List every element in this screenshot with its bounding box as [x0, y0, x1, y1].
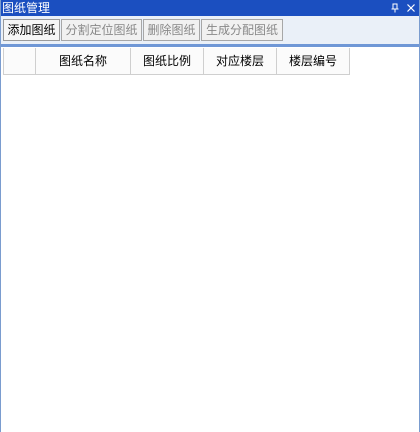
close-button[interactable] [403, 0, 419, 16]
add-drawing-button[interactable]: 添加图纸 [3, 19, 60, 41]
column-header-drawing-name[interactable]: 图纸名称 [36, 48, 131, 75]
panel-title: 图纸管理 [2, 1, 51, 15]
titlebar-controls [387, 0, 419, 16]
drawing-management-panel: 图纸管理 添加图纸 分割定位图纸 删除图纸 生成分配图纸 图纸名称 图纸比例 对… [0, 0, 420, 432]
column-header-floor[interactable]: 对应楼层 [204, 48, 277, 75]
pin-icon [391, 3, 399, 13]
split-locate-drawing-button[interactable]: 分割定位图纸 [61, 19, 142, 41]
column-header-floor-number[interactable]: 楼层编号 [277, 48, 350, 75]
close-icon [407, 4, 415, 12]
generate-distribution-drawing-button[interactable]: 生成分配图纸 [201, 19, 283, 41]
panel-titlebar: 图纸管理 [1, 0, 419, 16]
delete-drawing-button[interactable]: 删除图纸 [143, 19, 200, 41]
pin-button[interactable] [387, 0, 403, 16]
drawing-grid[interactable]: 图纸名称 图纸比例 对应楼层 楼层编号 [1, 47, 419, 432]
row-header-corner [3, 48, 36, 75]
column-header-drawing-scale[interactable]: 图纸比例 [131, 48, 204, 75]
toolbar: 添加图纸 分割定位图纸 删除图纸 生成分配图纸 [1, 16, 419, 47]
